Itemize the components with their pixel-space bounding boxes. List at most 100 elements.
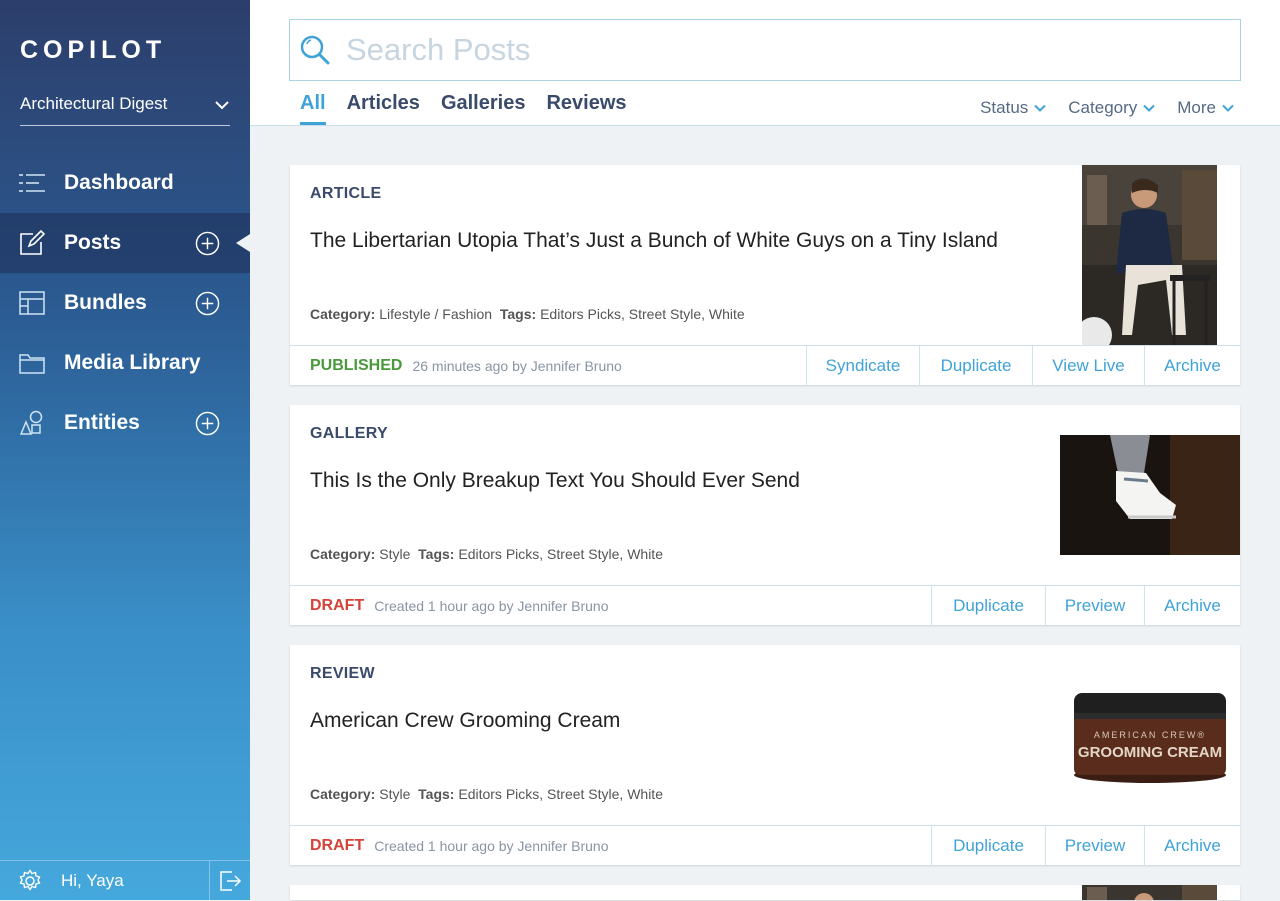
post-type-tabs: All Articles Galleries Reviews [300,92,648,125]
entities-icon [19,410,45,436]
filter-bar: Status Category More [958,98,1234,118]
tags-label: Tags: [418,786,455,802]
top-bar: All Articles Galleries Reviews Status Ca… [250,0,1280,126]
post-title[interactable]: The Libertarian Utopia That’s Just a Bun… [310,229,998,253]
sidebar-item-entities[interactable]: Entities [0,393,250,453]
archive-button[interactable]: Archive [1144,346,1240,385]
brand-selector-label: Architectural Digest [20,94,168,113]
preview-button[interactable]: Preview [1045,586,1144,625]
search-input[interactable] [346,32,1206,68]
category-label: Category: [310,786,376,802]
category-label: Category: [310,306,376,322]
add-bundle-icon[interactable] [195,291,220,316]
post-type: ARTICLE [310,185,382,202]
status-filter-label: Status [980,98,1029,117]
category-label: Category: [310,546,376,562]
syndicate-button[interactable]: Syndicate [806,346,919,385]
user-settings[interactable]: Hi, Yaya [0,860,210,901]
post-title[interactable]: American Crew Grooming Cream [310,709,620,733]
tab-articles[interactable]: Articles [347,92,420,125]
duplicate-button[interactable]: Duplicate [931,826,1045,865]
chevron-down-icon [215,101,229,110]
more-filter-label: More [1177,98,1216,117]
post-action-bar: PUBLISHED 26 minutes ago by Jennifer Bru… [290,345,1240,385]
status-badge: DRAFT [310,836,365,854]
user-greeting: Hi, Yaya [61,870,124,890]
tab-galleries[interactable]: Galleries [441,92,526,125]
post-category: Style [379,786,411,802]
post-thumbnail[interactable] [1060,435,1240,555]
sidebar-item-posts[interactable]: Posts [0,213,250,273]
sidebar-item-label: Bundles [64,291,147,314]
post-card [290,885,1240,900]
preview-button[interactable]: Preview [1045,826,1144,865]
post-timestamp: Created 1 hour ago by Jennifer Bruno [374,597,609,614]
post-thumbnail[interactable] [1082,885,1217,900]
post-tags: Editors Picks, Street Style, White [540,306,745,322]
edit-post-icon [19,230,45,256]
add-entity-icon[interactable] [195,411,220,436]
category-filter[interactable]: Category [1068,98,1155,118]
post-meta: Category: Style Tags: Editors Picks, Str… [310,786,663,802]
duplicate-button[interactable]: Duplicate [931,586,1045,625]
post-timestamp: Created 1 hour ago by Jennifer Bruno [374,837,609,854]
archive-button[interactable]: Archive [1144,586,1240,625]
search-icon [300,35,330,65]
category-filter-label: Category [1068,98,1138,117]
logout-button[interactable] [210,861,250,901]
dashboard-icon [19,170,45,196]
tab-all[interactable]: All [300,92,326,125]
more-filter[interactable]: More [1177,98,1234,118]
sidebar-item-bundles[interactable]: Bundles [0,273,250,333]
duplicate-button[interactable]: Duplicate [919,346,1032,385]
tags-label: Tags: [499,306,537,322]
status-badge: DRAFT [310,596,365,614]
post-thumbnail[interactable]: AMERICAN CREW® GROOMING CREAM [1070,689,1230,785]
post-type: REVIEW [310,665,375,682]
post-card: ARTICLE The Libertarian Utopia That’s Ju… [290,165,1240,385]
jar-label-product: GROOMING CREAM [1078,744,1222,761]
post-actions: Duplicate Preview Archive [931,586,1240,625]
post-tags: Editors Picks, Street Style, White [458,786,663,802]
sidebar-item-label: Posts [64,231,122,254]
post-tags: Editors Picks, Street Style, White [458,546,663,562]
sidebar-item-dashboard[interactable]: Dashboard [0,153,250,213]
post-meta: Category: Style Tags: Editors Picks, Str… [310,546,663,562]
sidebar: COPILOT Architectural Digest Dashboard P… [0,0,250,901]
post-timestamp: 26 minutes ago by Jennifer Bruno [412,357,622,374]
sidebar-footer: Hi, Yaya [0,860,250,901]
brand-selector[interactable]: Architectural Digest [20,94,230,126]
post-meta: Category: Lifestyle / Fashion Tags: Edit… [310,306,745,322]
tags-label: Tags: [418,546,455,562]
post-card: GALLERY This Is the Only Breakup Text Yo… [290,405,1240,625]
tab-reviews[interactable]: Reviews [546,92,626,125]
sidebar-item-media-library[interactable]: Media Library [0,333,250,393]
post-thumbnail[interactable] [1082,165,1217,345]
archive-button[interactable]: Archive [1144,826,1240,865]
post-category: Lifestyle / Fashion [379,306,493,322]
view-live-button[interactable]: View Live [1032,346,1144,385]
post-actions: Syndicate Duplicate View Live Archive [806,346,1240,385]
logout-icon [220,870,242,891]
status-filter[interactable]: Status [980,98,1046,118]
sidebar-item-label: Dashboard [64,171,174,194]
bundles-icon [19,290,45,316]
add-post-icon[interactable] [195,231,220,256]
post-category: Style [379,546,411,562]
chevron-down-icon [1034,104,1046,112]
sidebar-item-label: Media Library [64,351,201,374]
post-action-bar: DRAFT Created 1 hour ago by Jennifer Bru… [290,585,1240,625]
gear-icon [19,868,41,891]
chevron-down-icon [1222,104,1234,112]
post-action-bar: DRAFT Created 1 hour ago by Jennifer Bru… [290,825,1240,865]
post-type: GALLERY [310,425,388,442]
search-box [289,19,1241,81]
post-card: REVIEW American Crew Grooming Cream Cate… [290,645,1240,865]
jar-label-brand: AMERICAN CREW® [1094,730,1206,740]
status-badge: PUBLISHED [310,356,403,374]
chevron-down-icon [1143,104,1155,112]
app-logo: COPILOT [20,36,167,64]
sidebar-nav: Dashboard Posts Bundles Media Library En… [0,153,250,453]
post-actions: Duplicate Preview Archive [931,826,1240,865]
post-title[interactable]: This Is the Only Breakup Text You Should… [310,469,800,493]
